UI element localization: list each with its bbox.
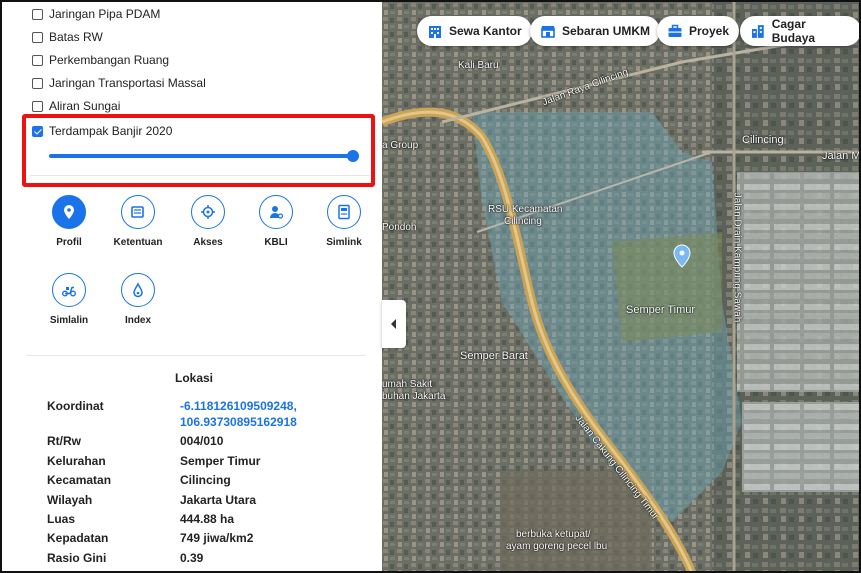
side-panel: Jaringan Pipa PDAM Batas RW Perkembangan… (4, 2, 382, 571)
layer-label: Aliran Sungai (49, 99, 121, 113)
chip-sebaran-umkm[interactable]: Sebaran UMKM (530, 16, 661, 46)
info-value: 749 jiwa/km2 (180, 531, 254, 545)
drop-icon[interactable] (121, 273, 155, 307)
chip-label: Cagar Budaya (771, 17, 816, 45)
layer-checkbox[interactable] (32, 8, 43, 20)
map-label: Jalan Drain Kampung Sawah (731, 192, 743, 323)
map-label: ayam goreng pecel lbu (506, 541, 608, 552)
tool-simlalin[interactable]: Simlalin (37, 273, 101, 326)
document-icon[interactable] (327, 195, 361, 229)
info-label: Kelurahan (47, 454, 106, 468)
briefcase-icon (668, 24, 682, 37)
layer-checkbox[interactable] (32, 100, 43, 112)
koordinat-longitude: 106.93730895162918 (180, 415, 297, 429)
tool-label: Akses (193, 237, 223, 248)
layer-checkbox[interactable] (32, 77, 43, 89)
info-label: Kepadatan (47, 531, 109, 545)
chip-cagar-budaya[interactable]: Cagar Budaya (740, 16, 859, 46)
tool-simlink[interactable]: Simlink (312, 195, 376, 248)
tool-label: Profil (56, 237, 82, 248)
layer-perkembangan-ruang[interactable]: Perkembangan Ruang (32, 52, 169, 68)
map-label: Cilincing (504, 216, 542, 227)
info-label: Wilayah (47, 493, 93, 507)
layer-checkbox[interactable] (32, 54, 43, 66)
info-value: Semper Timur (180, 454, 261, 468)
scooter-icon[interactable] (52, 273, 86, 307)
info-label: Rasio Gini (47, 551, 107, 565)
chip-proyek[interactable]: Proyek (657, 16, 740, 46)
layer-batas-rw[interactable]: Batas RW (32, 29, 103, 45)
tool-label: Ketentuan (113, 237, 163, 248)
crosshair-icon[interactable] (191, 195, 225, 229)
satellite-map[interactable]: Kali Baru Jalan Raya Cilincing a Group R… (382, 2, 861, 571)
tool-akses[interactable]: Akses (176, 195, 240, 248)
layer-jaringan-pipa-pdam[interactable]: Jaringan Pipa PDAM (32, 6, 160, 22)
chip-label: Sewa Kantor (449, 24, 522, 38)
layer-checkbox[interactable] (32, 31, 43, 43)
lokasi-heading: Lokasi (174, 371, 213, 385)
map-label: a Group (382, 140, 419, 151)
collapse-panel-button[interactable] (382, 300, 406, 348)
map-label: Kali Baru (458, 60, 499, 71)
info-label: Rt/Rw (47, 434, 81, 448)
info-label: Luas (47, 512, 76, 526)
map-label: Semper Barat (460, 350, 528, 362)
koordinat-latitude: -6.118126109509248, (180, 399, 297, 413)
tool-label: Simlink (326, 237, 362, 248)
tool-label: Simlalin (49, 315, 89, 326)
pin-icon[interactable] (52, 195, 86, 229)
map-label: Cilincing (742, 134, 784, 146)
layer-label: Batas RW (49, 30, 103, 44)
layer-label: Jaringan Pipa PDAM (49, 7, 161, 21)
map-label: Jalan M (822, 150, 861, 162)
chip-sewa-kantor[interactable]: Sewa Kantor (417, 16, 532, 46)
map-label: Semper Timur (626, 304, 696, 316)
map-label: RSU Kecamatan (488, 204, 563, 215)
tool-index[interactable]: Index (106, 273, 170, 326)
tool-label: KBLI (264, 237, 288, 248)
layer-jaringan-transportasi-massal[interactable]: Jaringan Transportasi Massal (32, 75, 206, 91)
tool-kbli[interactable]: KBLI (244, 195, 308, 248)
map-label: Pondoh (382, 222, 417, 233)
map-label: umah Sakit (382, 379, 433, 390)
chevron-left-icon (391, 319, 396, 329)
red-highlight-box (22, 114, 375, 187)
building-icon (429, 26, 441, 38)
info-value: Jakarta Utara (180, 493, 257, 507)
layer-label: Perkembangan Ruang (49, 53, 170, 67)
tool-label: Index (124, 315, 152, 326)
info-label: Kecamatan (47, 473, 112, 487)
map-label: berbuka ketupat/ (516, 529, 591, 540)
info-label-koordinat: Koordinat (47, 399, 104, 413)
section-divider (26, 355, 366, 356)
info-value: Cilincing (180, 473, 231, 487)
koordinat-value[interactable]: -6.118126109509248, 106.93730895162918 (180, 398, 297, 430)
store-icon (541, 26, 555, 38)
tool-profil[interactable]: Profil (37, 195, 101, 248)
book-icon[interactable] (121, 195, 155, 229)
chip-label: Sebaran UMKM (562, 24, 651, 38)
layer-label: Jaringan Transportasi Massal (49, 76, 206, 90)
tool-ketentuan[interactable]: Ketentuan (106, 195, 170, 248)
info-value: 004/010 (180, 434, 224, 448)
map-imagery (382, 2, 859, 571)
person-pin-icon[interactable] (259, 195, 293, 229)
info-value: 0.39 (180, 551, 204, 565)
layer-aliran-sungai[interactable]: Aliran Sungai (32, 98, 120, 114)
map-label: buhan Jakarta (382, 391, 446, 402)
info-value: 444.88 ha (180, 512, 235, 526)
screenshot-frame: Jaringan Pipa PDAM Batas RW Perkembangan… (0, 0, 861, 573)
heritage-building-icon (751, 25, 764, 38)
chip-label: Proyek (689, 24, 730, 38)
